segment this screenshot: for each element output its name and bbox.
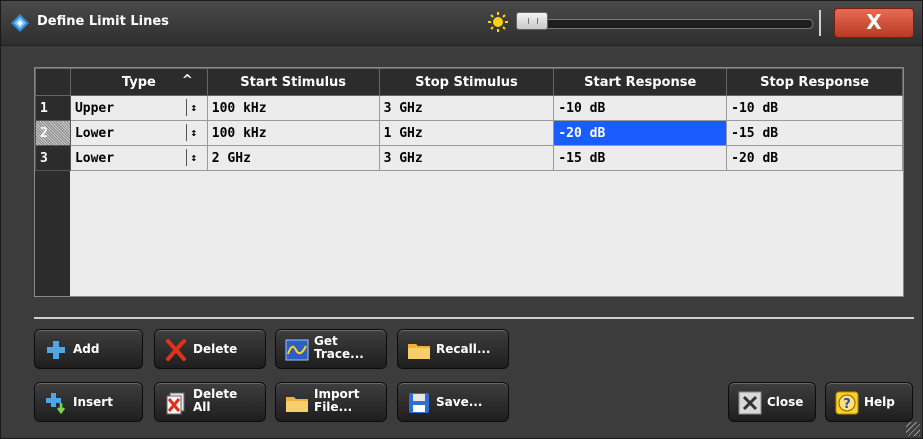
folder-icon: [286, 397, 308, 412]
table-row[interactable]: 2 Lower ↕ 100 kHz 1 GHz -20 dB -15 dB: [35, 120, 903, 146]
transparency-slider-track[interactable]: [519, 19, 813, 29]
delete-all-icon: [166, 392, 185, 415]
insert-button[interactable]: Insert: [34, 382, 143, 422]
save-button[interactable]: Save...: [397, 382, 509, 422]
get-trace-button[interactable]: Get Trace...: [275, 329, 387, 369]
import-file-button-label: Import File...: [314, 387, 360, 414]
type-spin-icon[interactable]: ↕: [185, 124, 201, 141]
help-question-icon: ?: [835, 391, 859, 415]
trace-icon: [285, 339, 309, 361]
folder-icon: [408, 344, 430, 359]
column-header-stop-response[interactable]: Stop Response: [726, 68, 903, 96]
save-button-label: Save...: [436, 395, 483, 409]
table-row[interactable]: 1 Upper ↕ 100 kHz 3 GHz -10 dB -10 dB: [35, 95, 903, 121]
stop-stimulus-cell[interactable]: 3 GHz: [378, 145, 555, 171]
table-row[interactable]: 3 Lower ↕ 2 GHz 3 GHz -15 dB -20 dB: [35, 145, 903, 171]
column-header-start-stimulus[interactable]: Start Stimulus: [206, 68, 380, 96]
help-button[interactable]: ? Help: [825, 382, 913, 422]
recall-button[interactable]: Recall...: [397, 329, 509, 369]
type-cell[interactable]: Upper ↕: [69, 95, 208, 121]
title-bar[interactable]: Define Limit Lines X: [1, 1, 922, 46]
get-trace-button-label: Get Trace...: [314, 334, 364, 361]
close-x-icon: [738, 391, 762, 415]
red-x-icon: [166, 339, 186, 361]
stop-stimulus-cell[interactable]: 1 GHz: [378, 120, 555, 146]
start-response-cell[interactable]: -10 dB: [553, 95, 728, 121]
close-button[interactable]: Close: [728, 382, 816, 422]
transparency-slider-thumb[interactable]: [516, 12, 548, 30]
row-number[interactable]: 1: [35, 95, 71, 121]
type-spin-icon[interactable]: ↕: [185, 149, 201, 166]
stop-response-cell[interactable]: -20 dB: [726, 145, 903, 171]
insert-plus-icon: [46, 393, 65, 415]
stop-stimulus-cell[interactable]: 3 GHz: [378, 95, 555, 121]
column-header-type-label: Type: [121, 74, 156, 90]
window-close-button[interactable]: X: [834, 8, 914, 38]
delete-all-button-label: Delete All: [193, 387, 238, 414]
slider-separator: [819, 10, 821, 36]
limit-lines-table: Type ^ Start Stimulus Stop Stimulus Star…: [34, 67, 904, 297]
start-stimulus-cell[interactable]: 2 GHz: [206, 145, 380, 171]
delete-all-button[interactable]: Delete All: [154, 382, 266, 422]
type-spin-icon[interactable]: ↕: [185, 99, 201, 116]
brightness-sun-icon: [488, 12, 508, 32]
svg-text:?: ?: [843, 397, 851, 412]
type-value: Upper: [74, 100, 115, 116]
type-value: Lower: [74, 150, 115, 166]
add-button[interactable]: Add: [34, 329, 143, 369]
type-cell[interactable]: Lower ↕: [69, 120, 208, 146]
start-stimulus-cell[interactable]: 100 kHz: [206, 120, 380, 146]
column-header-type[interactable]: Type ^: [69, 68, 208, 96]
rohde-schwarz-logo-icon: [11, 14, 29, 32]
resize-grip[interactable]: [906, 422, 920, 436]
start-response-cell[interactable]: -15 dB: [553, 145, 728, 171]
row-number[interactable]: 3: [35, 145, 71, 171]
plus-icon: [47, 341, 65, 359]
delete-button[interactable]: Delete: [154, 329, 266, 369]
button-area-divider: [34, 317, 914, 319]
floppy-disk-icon: [409, 393, 429, 413]
dialog-title: Define Limit Lines: [37, 14, 169, 29]
type-value: Lower: [74, 125, 115, 141]
column-header-stop-stimulus[interactable]: Stop Stimulus: [378, 68, 555, 96]
add-button-label: Add: [73, 342, 100, 356]
row-number[interactable]: 2: [35, 120, 71, 146]
sort-ascending-icon: ^: [181, 73, 193, 88]
insert-button-label: Insert: [73, 395, 113, 409]
delete-button-label: Delete: [193, 342, 238, 356]
column-header-start-response[interactable]: Start Response: [553, 68, 728, 96]
define-limit-lines-dialog: Define Limit Lines X Type ^ Start Stimul…: [0, 0, 923, 439]
stop-response-cell[interactable]: -10 dB: [726, 95, 903, 121]
start-response-cell-selected[interactable]: -20 dB: [553, 120, 728, 146]
help-button-label: Help: [864, 395, 895, 409]
import-file-button[interactable]: Import File...: [275, 382, 387, 422]
stop-response-cell[interactable]: -15 dB: [726, 120, 903, 146]
recall-button-label: Recall...: [436, 342, 491, 356]
close-button-label: Close: [767, 395, 804, 409]
corner-header: [35, 68, 71, 96]
type-cell[interactable]: Lower ↕: [69, 145, 208, 171]
start-stimulus-cell[interactable]: 100 kHz: [206, 95, 380, 121]
